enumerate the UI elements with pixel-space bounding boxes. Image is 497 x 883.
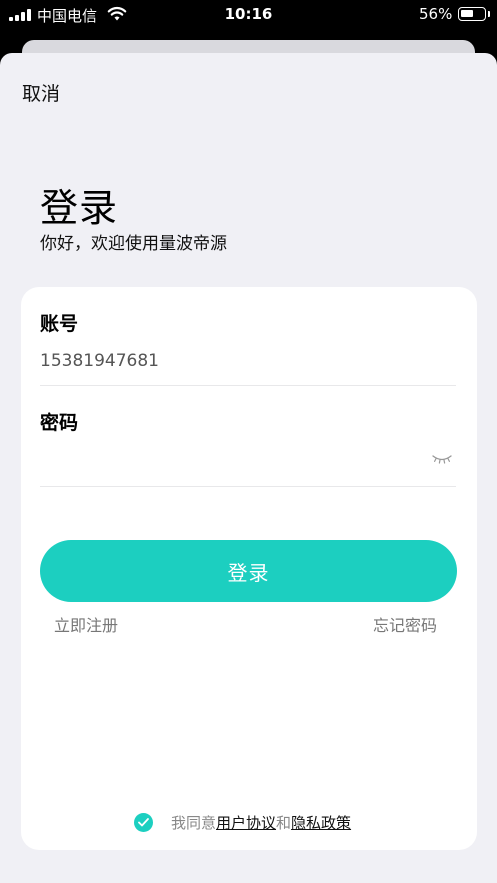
password-divider bbox=[40, 486, 456, 487]
battery-icon bbox=[458, 7, 486, 21]
user-agreement-link[interactable]: 用户协议 bbox=[216, 812, 276, 833]
login-button[interactable]: 登录 bbox=[40, 540, 457, 602]
password-input[interactable] bbox=[40, 447, 420, 473]
agreement-row: 我同意 用户协议 和 隐私政策 bbox=[134, 811, 351, 833]
status-bar: 中国电信 10:16 56% bbox=[0, 0, 497, 30]
agreement-and: 和 bbox=[276, 813, 292, 832]
battery-percentage: 56% bbox=[419, 5, 453, 23]
welcome-subtitle: 你好，欢迎使用量波帝源 bbox=[40, 234, 227, 254]
eye-closed-icon[interactable] bbox=[432, 453, 452, 465]
account-divider bbox=[40, 385, 456, 386]
agreement-prefix: 我同意 bbox=[171, 813, 217, 832]
battery-tip bbox=[488, 11, 490, 17]
privacy-policy-link[interactable]: 隐私政策 bbox=[291, 812, 351, 833]
register-link[interactable]: 立即注册 bbox=[54, 612, 118, 636]
page-title: 登录 bbox=[40, 186, 119, 230]
forgot-password-link[interactable]: 忘记密码 bbox=[373, 612, 437, 636]
cancel-button[interactable]: 取消 bbox=[22, 79, 60, 106]
battery-fill bbox=[461, 10, 473, 17]
account-label: 账号 bbox=[40, 313, 79, 335]
password-label: 密码 bbox=[40, 412, 79, 434]
account-input[interactable] bbox=[40, 348, 420, 374]
check-icon[interactable] bbox=[134, 812, 153, 832]
